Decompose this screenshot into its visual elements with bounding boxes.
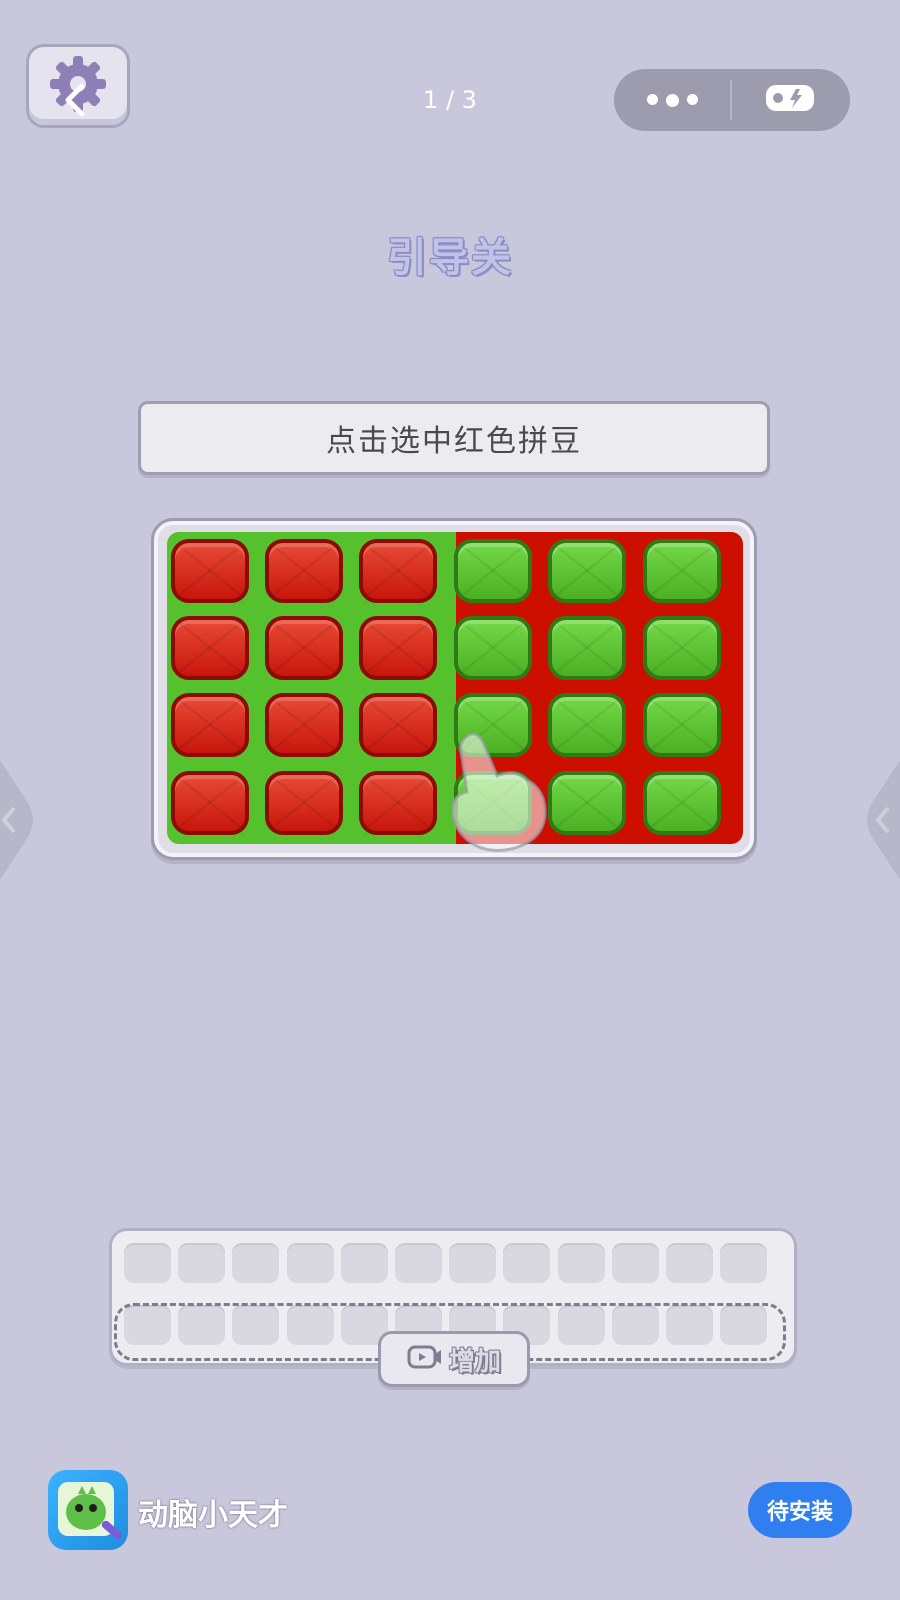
instruction-text: 点击选中红色拼豆	[326, 424, 582, 459]
tray-slot	[503, 1243, 551, 1283]
red-bead[interactable]	[359, 539, 437, 603]
game-button[interactable]	[732, 69, 848, 131]
tray-slot	[720, 1243, 768, 1283]
level-title: 引导关	[387, 235, 513, 281]
red-bead[interactable]	[171, 616, 249, 680]
chevron-left-icon	[62, 83, 88, 129]
red-bead[interactable]	[359, 616, 437, 680]
green-bead[interactable]	[454, 539, 532, 603]
back-button[interactable]	[62, 80, 88, 127]
previous-level-button[interactable]	[0, 760, 48, 880]
red-bead[interactable]	[171, 693, 249, 757]
app-name: 动脑小天才	[138, 1498, 288, 1533]
tray-slot	[611, 1243, 659, 1283]
green-bead[interactable]	[454, 616, 532, 680]
gamepad-icon	[764, 81, 816, 119]
hand-pointer-icon	[445, 728, 555, 863]
tray-slot	[449, 1243, 497, 1283]
red-bead[interactable]	[265, 693, 343, 757]
add-slot-label: 增加	[448, 1346, 501, 1377]
red-bead[interactable]	[265, 616, 343, 680]
tray-slot	[395, 1243, 442, 1283]
green-bead[interactable]	[548, 616, 626, 680]
mini-program-capsule	[614, 69, 850, 131]
tray-slot	[178, 1243, 226, 1283]
install-button[interactable]: 待安装	[748, 1482, 852, 1538]
red-bead[interactable]	[171, 539, 249, 603]
green-bead[interactable]	[548, 771, 626, 835]
green-bead[interactable]	[643, 616, 721, 680]
green-bead[interactable]	[643, 539, 721, 603]
green-bead[interactable]	[548, 539, 626, 603]
tray-slot	[286, 1243, 334, 1283]
instruction-banner: 点击选中红色拼豆	[138, 401, 770, 475]
more-button[interactable]	[614, 69, 730, 131]
green-bead[interactable]	[548, 693, 626, 757]
green-bead[interactable]	[643, 693, 721, 757]
next-level-button[interactable]	[852, 760, 900, 880]
video-icon	[407, 1344, 443, 1374]
red-bead[interactable]	[265, 539, 343, 603]
green-bead[interactable]	[643, 771, 721, 835]
tray-slot	[666, 1243, 713, 1283]
add-slot-button[interactable]: 增加	[378, 1331, 530, 1387]
tray-slot	[557, 1243, 605, 1283]
red-bead[interactable]	[171, 771, 249, 835]
tray-slot	[340, 1243, 388, 1283]
tray-slot	[232, 1243, 280, 1283]
app-icon[interactable]	[48, 1470, 128, 1550]
red-bead[interactable]	[359, 693, 437, 757]
tray-slot	[124, 1243, 171, 1283]
more-dots-icon	[646, 93, 698, 107]
red-bead[interactable]	[359, 771, 437, 835]
page-indicator: 1 / 3	[423, 86, 477, 114]
red-bead[interactable]	[265, 771, 343, 835]
